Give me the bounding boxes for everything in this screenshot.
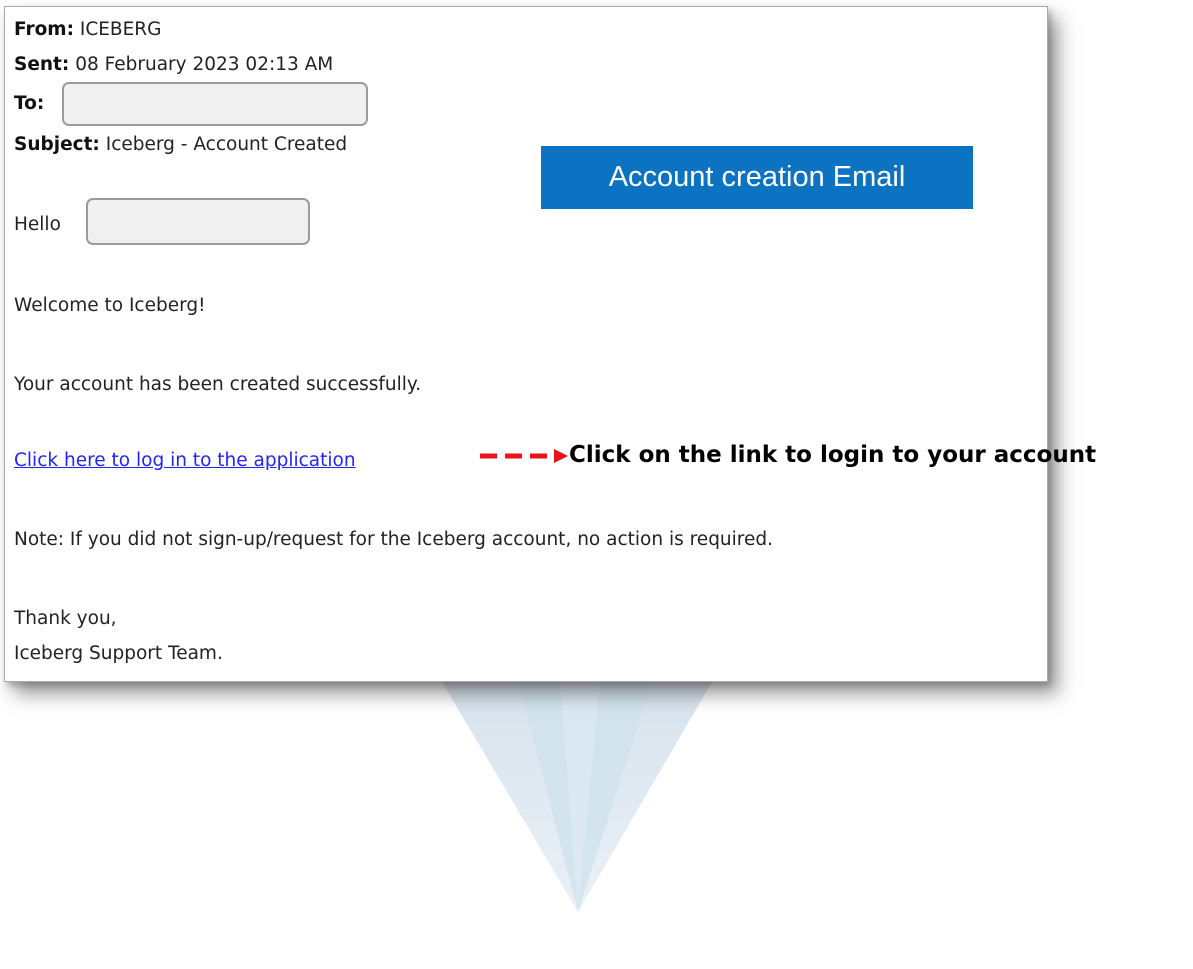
redacted-name xyxy=(86,198,310,245)
sent-label: Sent: xyxy=(14,54,70,75)
from-label: From: xyxy=(14,19,74,40)
from-value: ICEBERG xyxy=(79,19,162,40)
from-line: From: ICEBERG xyxy=(14,17,162,43)
account-creation-badge: Account creation Email xyxy=(541,146,973,209)
subject-line: Subject: Iceberg - Account Created xyxy=(14,132,347,158)
to-label: To: xyxy=(14,93,45,114)
redacted-recipient xyxy=(62,82,368,126)
login-line: Click here to log in to the application xyxy=(14,448,356,474)
to-line: To: xyxy=(14,91,44,117)
sent-line: Sent: 08 February 2023 02:13 AM xyxy=(14,52,333,78)
login-callout: Click on the link to login to your accou… xyxy=(569,442,1097,468)
account-created-line: Your account has been created successful… xyxy=(14,374,422,395)
greeting-text: Hello xyxy=(14,214,61,235)
greeting-line: Hello xyxy=(14,212,61,238)
signature-line: Iceberg Support Team. xyxy=(14,643,223,664)
dashed-arrow-icon xyxy=(480,449,568,463)
subject-label: Subject: xyxy=(14,134,100,155)
login-link[interactable]: Click here to log in to the application xyxy=(14,450,356,471)
sent-value: 08 February 2023 02:13 AM xyxy=(75,54,334,75)
closing-line: Thank you, xyxy=(14,608,117,629)
note-line: Note: If you did not sign-up/request for… xyxy=(14,529,774,550)
welcome-line: Welcome to Iceberg! xyxy=(14,295,206,316)
email-message: From: ICEBERG Sent: 08 February 2023 02:… xyxy=(4,6,1048,682)
subject-value: Iceberg - Account Created xyxy=(105,134,348,155)
